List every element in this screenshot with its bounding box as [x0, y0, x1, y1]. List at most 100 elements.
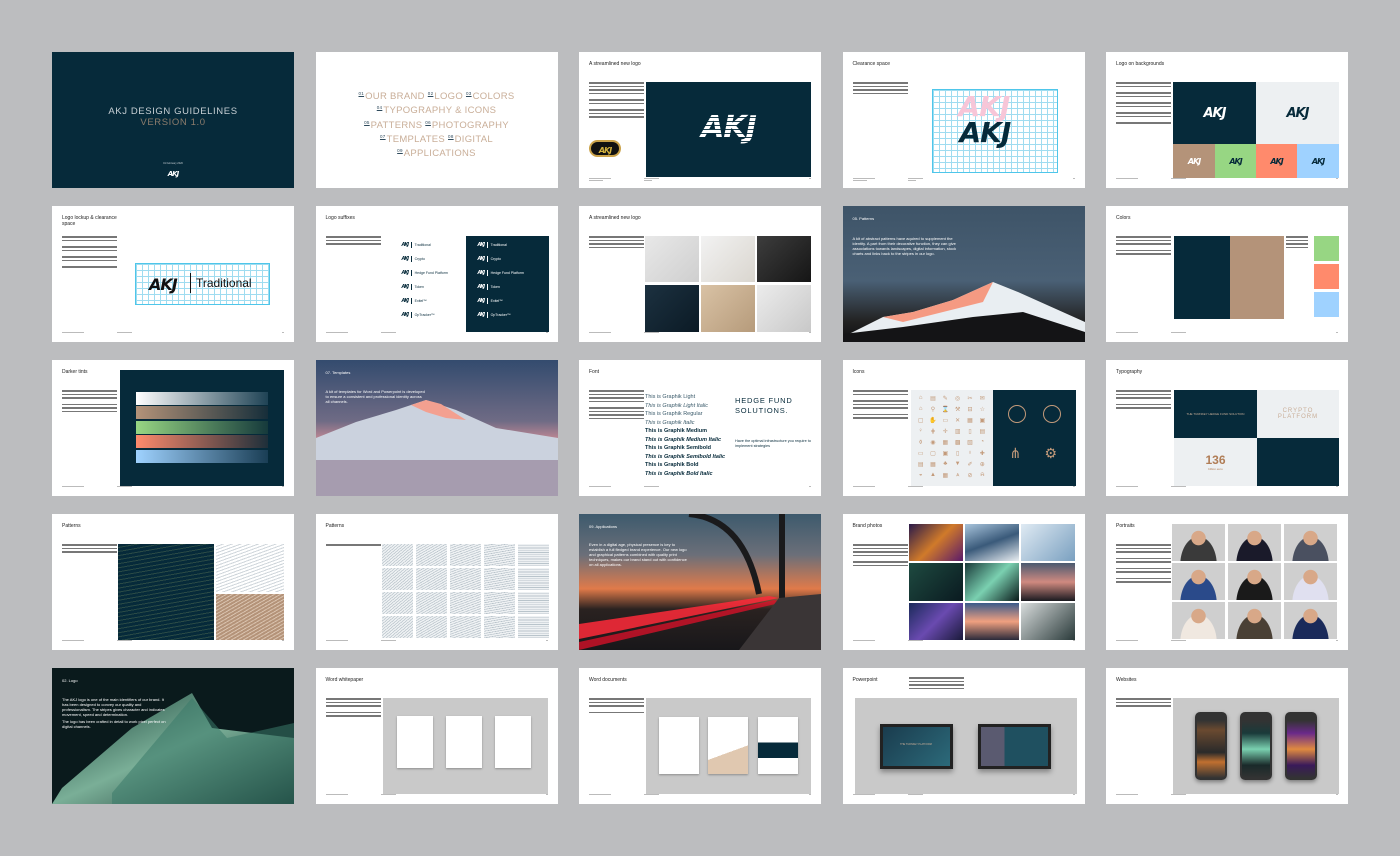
- footer: [1116, 332, 1338, 337]
- section-label: 09. Applications: [589, 524, 618, 529]
- swatch-green: [1314, 236, 1339, 261]
- slide-cover[interactable]: AKJ DESIGN GUIDELINES VERSION 1.0 01 Feb…: [52, 52, 294, 188]
- slide-logo-backgrounds[interactable]: Logo on backgrounds AKJ AKJ AKJ AKJ AKJ …: [1106, 52, 1348, 188]
- divider: [411, 256, 412, 262]
- brand-icon: ◉: [930, 440, 936, 446]
- slide-logo-lockup[interactable]: Logo lockup & clearance space AKJ Tradit…: [52, 206, 294, 342]
- slide-title: Patterns: [325, 523, 345, 529]
- tile-headline: CRYPTO PLATFORM: [1277, 408, 1319, 420]
- divider: [411, 312, 412, 318]
- slide-portraits[interactable]: Portraits: [1106, 514, 1348, 650]
- slide-table-of-contents[interactable]: 01OUR BRAND 02LOGO 03COLORS 04TYPOGRAPHY…: [315, 52, 558, 188]
- akj-logo: AKJ: [477, 312, 486, 318]
- toc-item[interactable]: PATTERNS: [371, 120, 423, 131]
- pattern-tile: [381, 592, 413, 614]
- toc-item[interactable]: OUR BRAND: [365, 91, 425, 102]
- pptx-screen-content: [977, 724, 1051, 769]
- slide-patterns-overview[interactable]: Patterns: [315, 514, 558, 650]
- toc-item[interactable]: APPLICATIONS: [404, 148, 476, 159]
- slide-applications-intro[interactable]: 09. Applications Even in a digital age, …: [579, 514, 821, 650]
- slide-clearance-space[interactable]: Clearance space AKJ AKJ: [842, 52, 1085, 188]
- slide-templates-intro[interactable]: 07. Templates A kit of templates for Wor…: [315, 360, 558, 496]
- toc-item[interactable]: DIGITAL: [455, 134, 493, 145]
- divider: [487, 270, 488, 276]
- slide-powerpoint[interactable]: Powerpoint THE TURNKEY PLATFORM: [842, 668, 1085, 804]
- swatch-sand: [1230, 236, 1284, 319]
- brand-icon: ▤: [930, 396, 936, 402]
- slide-title: Word whitepaper: [325, 677, 364, 683]
- photo-dark-embossed: [757, 236, 811, 282]
- body-text: [1116, 82, 1171, 126]
- tint-row-green: [136, 421, 268, 434]
- slide-new-logo-applications[interactable]: A streamlined new logo: [579, 206, 821, 342]
- tints-panel: [120, 370, 284, 486]
- suffix-lockup: AKJ Exitel™: [402, 298, 427, 304]
- toc-item[interactable]: TYPOGRAPHY & ICONS: [383, 105, 496, 116]
- body-text: [852, 390, 908, 421]
- slide-brand-photos[interactable]: Brand photos: [842, 514, 1085, 650]
- akj-logo: AKJ: [167, 170, 179, 178]
- cover-date: 01 February 2020: [163, 162, 183, 165]
- word-page-chart: [708, 717, 748, 774]
- suffix-dark-panel: AKJ Traditional AKJ Crypto AKJ Hedge Fund Pla…: [465, 236, 549, 332]
- slide-word-documents[interactable]: Word documents: [579, 668, 821, 804]
- pattern-tile: [381, 616, 413, 638]
- mockup-backdrop: [1173, 698, 1339, 794]
- brand-icon: ✐: [967, 462, 973, 468]
- pattern-tile: [517, 592, 549, 614]
- suffix-lockup: AKJ Exitel™: [478, 298, 503, 304]
- font-sample: This is Graphik Medium: [645, 428, 708, 434]
- suffix-label: Hedge Fund Platform: [414, 271, 448, 275]
- brand-icon: ✛: [942, 429, 948, 435]
- body-text: [325, 236, 381, 247]
- section-text: A kit of templates for Word and Powerpoi…: [325, 389, 425, 404]
- portrait-photo: [1284, 563, 1337, 600]
- logo-on-blue: AKJ: [1297, 144, 1339, 178]
- brand-icon: ⌂: [918, 395, 923, 401]
- logo-on-navy: AKJ: [1173, 82, 1256, 144]
- pattern-tile: [415, 544, 447, 566]
- brand-icon: ▥: [954, 429, 961, 435]
- photo-blue-architecture: [908, 603, 963, 640]
- slide-patterns[interactable]: Patterns: [52, 514, 294, 650]
- toc-num: 01: [358, 91, 365, 96]
- circle-a-icon: [1007, 405, 1026, 423]
- akj-logo: AKJ: [401, 242, 410, 248]
- slide-patterns-intro[interactable]: 05. Patterns A kit of abstract patterns …: [842, 206, 1085, 342]
- slide-title: Colors: [1116, 215, 1131, 221]
- slide-darker-tints[interactable]: Darker tints: [52, 360, 294, 496]
- slide-colors[interactable]: Colors: [1106, 206, 1348, 342]
- toc-item[interactable]: TEMPLATES: [387, 134, 445, 145]
- swatch-coral: [1314, 264, 1339, 289]
- font-headline: HEDGE FUND SOLUTIONS.: [735, 396, 793, 415]
- pattern-tile: [517, 616, 549, 638]
- brand-icon: ✕: [955, 418, 961, 424]
- screen-title: THE TURNKEY PLATFORM: [900, 743, 932, 746]
- suffix-lockup: AKJ Crypto: [402, 256, 425, 262]
- brand-icon: ▩: [954, 440, 961, 446]
- type-tile-navy: THE TURNKEY HEDGE FUND SOLUTION: [1174, 390, 1257, 438]
- whitepaper-cover: [494, 716, 531, 768]
- slide-icons[interactable]: Icons ⌂ ▤ ✎ ◎ ✂ ✉ ⌂ ⚲ ⌛ ⚒ ⊟ ☆ ▢ ✋ ▭ ✕ ▦ ▣ ♀ ⋕ ✛ ▥ ▯ ▤ ⚱ ◉ ▦ ▩ ▧ ◔ ▭ ▢ ▣ ▯…: [842, 360, 1085, 496]
- photo-green-ribbons: [964, 563, 1019, 601]
- slide-websites[interactable]: Websites: [1106, 668, 1348, 804]
- slide-typography[interactable]: Typography THE TURNKEY HEDGE FUND SOLUTI…: [1106, 360, 1348, 496]
- slide-logo-intro[interactable]: 02. Logo The AKJ logo is one of the main…: [52, 668, 294, 804]
- brand-icon: ▢: [917, 418, 924, 424]
- toc-item[interactable]: LOGO: [434, 91, 463, 102]
- footer: [325, 640, 548, 645]
- brand-icon: ⚒: [954, 407, 961, 413]
- brand-icon: ▯: [968, 429, 972, 435]
- slide-title: Portraits: [1116, 523, 1135, 529]
- toc-item[interactable]: PHOTOGRAPHY: [432, 120, 509, 131]
- slide-font[interactable]: Font This is Graphik Light This is Graphi…: [579, 360, 821, 496]
- brand-icon: ▦: [942, 440, 949, 446]
- pattern-tile: [381, 544, 413, 566]
- pattern-tile: [517, 568, 549, 590]
- section-label: 02. Logo: [62, 678, 78, 683]
- footer: [589, 486, 811, 491]
- slide-new-logo[interactable]: A streamlined new logo AKJ AKJ: [579, 52, 821, 188]
- slide-logo-suffixes[interactable]: Logo suffixes AKJ Traditional AKJ Crypto AKJ…: [315, 206, 558, 342]
- slide-word-whitepaper[interactable]: Word whitepaper: [315, 668, 558, 804]
- toc-item[interactable]: COLORS: [473, 91, 515, 102]
